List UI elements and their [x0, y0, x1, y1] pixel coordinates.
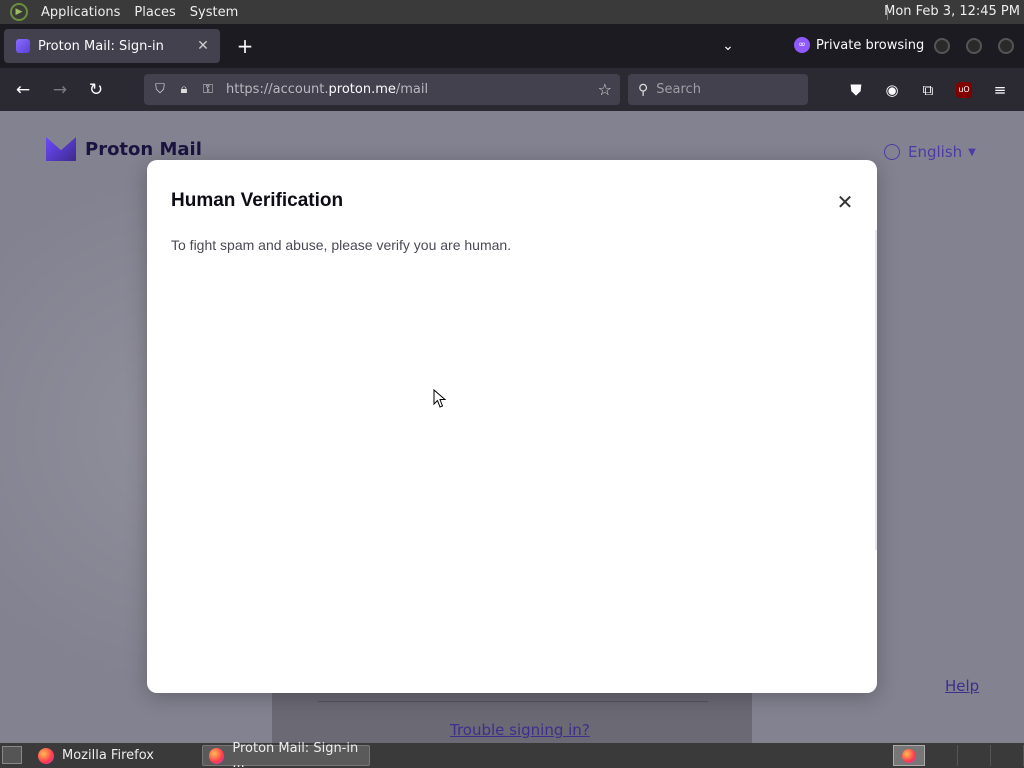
system-menu[interactable]: System: [183, 5, 245, 20]
lock-icon[interactable]: 🔒︎: [176, 82, 192, 98]
minimize-window-button[interactable]: [934, 38, 950, 54]
brand-text: Proton Mail: [85, 138, 202, 160]
distro-logo-icon[interactable]: ▶: [10, 3, 28, 21]
taskbar-item-proton-mail[interactable]: Proton Mail: Sign-in ...: [202, 741, 370, 768]
tab-proton-mail[interactable]: Proton Mail: Sign-in ✕: [4, 29, 220, 63]
close-tab-icon[interactable]: ✕: [194, 37, 212, 55]
list-all-tabs-button[interactable]: ⌄: [718, 36, 738, 56]
new-tab-button[interactable]: +: [234, 36, 256, 58]
divider: [318, 701, 708, 702]
close-window-button[interactable]: [998, 38, 1014, 54]
workspace-3[interactable]: [959, 745, 991, 766]
task-label: Proton Mail: Sign-in ...: [232, 740, 359, 768]
language-label: English: [908, 143, 963, 161]
hamburger-menu-icon[interactable]: ≡: [990, 80, 1010, 100]
firefox-icon: [902, 749, 916, 763]
proton-mail-logo[interactable]: Proton Mail: [46, 137, 202, 161]
clock[interactable]: Mon Feb 3, 12:45 PM: [884, 4, 1020, 19]
taskbar-item-firefox[interactable]: Mozilla Firefox: [32, 745, 200, 766]
help-link[interactable]: Help: [945, 677, 979, 695]
firefox-icon: [38, 747, 54, 764]
task-label: Mozilla Firefox: [62, 748, 154, 763]
dialog-description: To fight spam and abuse, please verify y…: [171, 237, 512, 253]
url-prefix: https://account.: [226, 82, 329, 97]
ublock-origin-icon[interactable]: uO: [956, 82, 972, 98]
search-icon: ⚲: [638, 81, 649, 98]
reload-button[interactable]: ↻: [85, 79, 107, 101]
proton-mail-mark-icon: [46, 137, 76, 161]
top-panel: ▶ Applications Places System Mon Feb 3, …: [0, 0, 1024, 24]
bottom-taskbar: Mozilla Firefox Proton Mail: Sign-in ...: [0, 741, 1024, 768]
caret-down-icon: ▼: [968, 146, 976, 158]
mouse-cursor-icon: [433, 388, 447, 409]
workspace-1[interactable]: [893, 745, 925, 766]
places-menu[interactable]: Places: [127, 5, 182, 20]
maximize-window-button[interactable]: [966, 38, 982, 54]
url-bar[interactable]: ⛉ 🔒︎ ⚿ https://account.proton.me/mail ☆: [144, 74, 620, 105]
pocket-icon[interactable]: ⛊: [846, 80, 866, 100]
human-verification-dialog: Human Verification ✕ To fight spam and a…: [147, 160, 877, 693]
account-icon[interactable]: ◉: [882, 80, 902, 100]
language-selector[interactable]: English ▼: [884, 143, 976, 161]
tab-strip: Proton Mail: Sign-in ✕ + ⌄ ∞ Private bro…: [0, 24, 1024, 68]
navigation-toolbar: ← → ↻ ⛉ 🔒︎ ⚿ https://account.proton.me/m…: [0, 68, 1024, 111]
search-placeholder: Search: [656, 82, 701, 97]
trouble-signing-in-link[interactable]: Trouble signing in?: [450, 721, 590, 739]
applications-menu[interactable]: Applications: [34, 5, 127, 20]
dialog-title: Human Verification: [171, 190, 344, 211]
url-path: /mail: [395, 82, 429, 97]
search-bar[interactable]: ⚲ Search: [628, 74, 808, 105]
tracking-protection-shield-icon[interactable]: ⛉: [152, 82, 168, 98]
captcha-frame[interactable]: [171, 272, 853, 672]
private-browsing-indicator: ∞ Private browsing: [794, 37, 924, 53]
private-mask-icon: ∞: [794, 37, 810, 53]
close-icon[interactable]: ✕: [835, 192, 855, 212]
workspace-4[interactable]: [992, 745, 1024, 766]
workspace-2[interactable]: [926, 745, 958, 766]
back-button[interactable]: ←: [12, 79, 34, 101]
private-browsing-label: Private browsing: [816, 37, 925, 53]
show-desktop-button[interactable]: [2, 746, 22, 764]
extensions-icon[interactable]: ⧉: [918, 80, 938, 100]
url-domain: proton.me: [328, 82, 396, 97]
url-text[interactable]: https://account.proton.me/mail: [226, 82, 428, 97]
key-icon[interactable]: ⚿: [200, 82, 216, 98]
dialog-scrollbar[interactable]: [875, 230, 877, 550]
forward-button[interactable]: →: [49, 79, 71, 101]
firefox-icon: [209, 747, 225, 764]
tab-title: Proton Mail: Sign-in: [38, 38, 164, 54]
bookmark-star-icon[interactable]: ☆: [598, 80, 612, 99]
globe-icon: [884, 144, 900, 160]
proton-favicon-icon: [16, 39, 30, 53]
